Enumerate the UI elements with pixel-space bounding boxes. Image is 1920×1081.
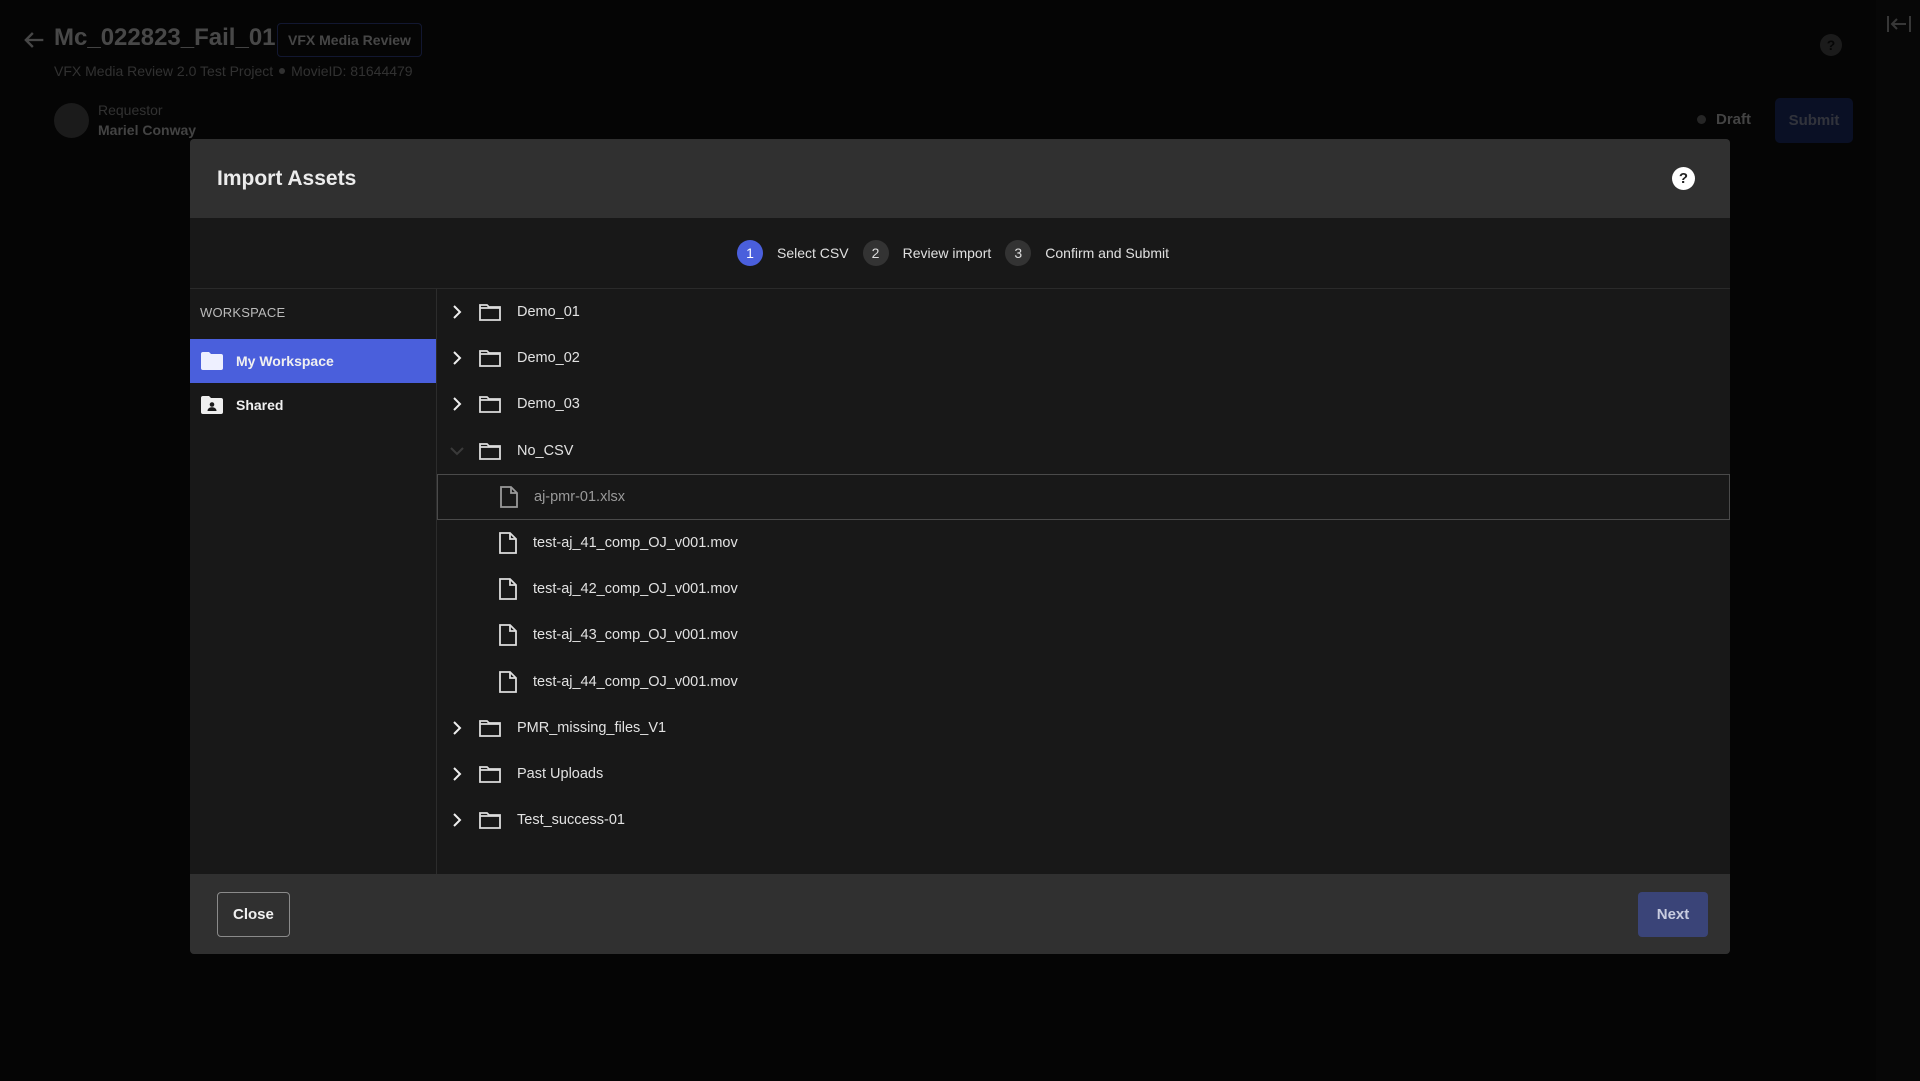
chevron-right-icon[interactable]	[443, 767, 471, 781]
chevron-right-icon[interactable]	[443, 721, 471, 735]
step-review-import: 2 Review import	[862, 240, 1006, 266]
folder-icon	[479, 717, 505, 739]
modal-title: Import Assets	[217, 166, 357, 190]
folder-name: Demo_01	[517, 304, 580, 321]
sidebar-item-label: My Workspace	[236, 353, 334, 369]
file-icon	[500, 485, 520, 508]
step-select-csv: 1 Select CSV	[736, 240, 863, 266]
file-name: test-aj_42_comp_OJ_v001.mov	[533, 581, 738, 598]
chevron-right-icon[interactable]	[443, 305, 471, 319]
next-button[interactable]: Next	[1638, 891, 1708, 937]
chevron-down-icon[interactable]	[443, 444, 471, 458]
folder-name: No_CSV	[517, 442, 574, 459]
import-assets-modal: Import Assets ? 1 Select CSV 2 Review im…	[190, 139, 1730, 954]
modal-footer: Close Next	[190, 874, 1730, 954]
sidebar-item-my-workspace[interactable]: My Workspace	[190, 339, 436, 383]
folder-name: PMR_missing_files_V1	[517, 719, 667, 736]
tree-folder-demo-01[interactable]: Demo_01	[437, 289, 1730, 335]
file-icon	[499, 578, 519, 601]
step-confirm-submit: 3 Confirm and Submit	[1005, 240, 1183, 266]
sidebar-item-shared[interactable]: Shared	[190, 383, 436, 427]
file-name: test-aj_41_comp_OJ_v001.mov	[533, 535, 738, 552]
tree-file-test-aj-41[interactable]: test-aj_41_comp_OJ_v001.mov	[437, 520, 1730, 566]
file-name: test-aj_43_comp_OJ_v001.mov	[533, 627, 738, 644]
file-tree: Demo_01 Demo_02 Demo_03 No_CSV aj-pmr-01…	[437, 289, 1730, 874]
chevron-right-icon[interactable]	[443, 351, 471, 365]
tree-folder-demo-03[interactable]: Demo_03	[437, 381, 1730, 427]
file-name: test-aj_44_comp_OJ_v001.mov	[533, 673, 738, 690]
close-button[interactable]: Close	[217, 891, 290, 937]
tree-folder-pmr-missing-files-v1[interactable]: PMR_missing_files_V1	[437, 705, 1730, 751]
modal-header: Import Assets ?	[190, 139, 1730, 218]
tree-folder-test-success-01[interactable]: Test_success-01	[437, 797, 1730, 843]
help-icon[interactable]: ?	[1672, 167, 1695, 190]
folder-name: Test_success-01	[517, 812, 625, 829]
modal-body: WORKSPACE My Workspace Shared Demo_01 De…	[190, 289, 1730, 874]
workspace-sidebar: WORKSPACE My Workspace Shared	[190, 289, 437, 874]
file-icon	[499, 670, 519, 693]
folder-name: Demo_03	[517, 396, 580, 413]
file-name: aj-pmr-01.xlsx	[534, 488, 626, 505]
folder-icon	[479, 301, 505, 323]
tree-folder-past-uploads[interactable]: Past Uploads	[437, 751, 1730, 797]
stepper: 1 Select CSV 2 Review import 3 Confirm a…	[190, 218, 1730, 289]
step-label: Review import	[902, 245, 992, 261]
step-number: 1	[736, 240, 763, 266]
folder-name: Past Uploads	[517, 765, 604, 782]
step-number: 3	[1005, 240, 1032, 266]
file-icon	[499, 532, 519, 554]
tree-folder-demo-02[interactable]: Demo_02	[437, 335, 1730, 381]
sidebar-heading: WORKSPACE	[200, 305, 286, 320]
folder-icon	[201, 352, 223, 370]
folder-name: Demo_02	[517, 350, 580, 367]
step-label: Select CSV	[776, 245, 849, 261]
tree-file-test-aj-44[interactable]: test-aj_44_comp_OJ_v001.mov	[437, 659, 1730, 705]
chevron-right-icon[interactable]	[443, 813, 471, 827]
shared-folder-icon	[201, 396, 223, 414]
step-label: Confirm and Submit	[1045, 245, 1169, 261]
folder-icon	[479, 809, 505, 831]
folder-icon	[479, 440, 505, 462]
file-icon	[499, 624, 519, 647]
folder-icon	[479, 393, 505, 415]
tree-file-test-aj-42[interactable]: test-aj_42_comp_OJ_v001.mov	[437, 566, 1730, 612]
step-number: 2	[862, 240, 889, 266]
folder-icon	[479, 347, 505, 369]
tree-file-aj-pmr-01[interactable]: aj-pmr-01.xlsx	[437, 473, 1730, 520]
folder-icon	[479, 763, 505, 785]
tree-file-test-aj-43[interactable]: test-aj_43_comp_OJ_v001.mov	[437, 612, 1730, 658]
tree-folder-no-csv[interactable]: No_CSV	[437, 428, 1730, 474]
sidebar-item-label: Shared	[236, 397, 284, 413]
chevron-right-icon[interactable]	[443, 397, 471, 412]
